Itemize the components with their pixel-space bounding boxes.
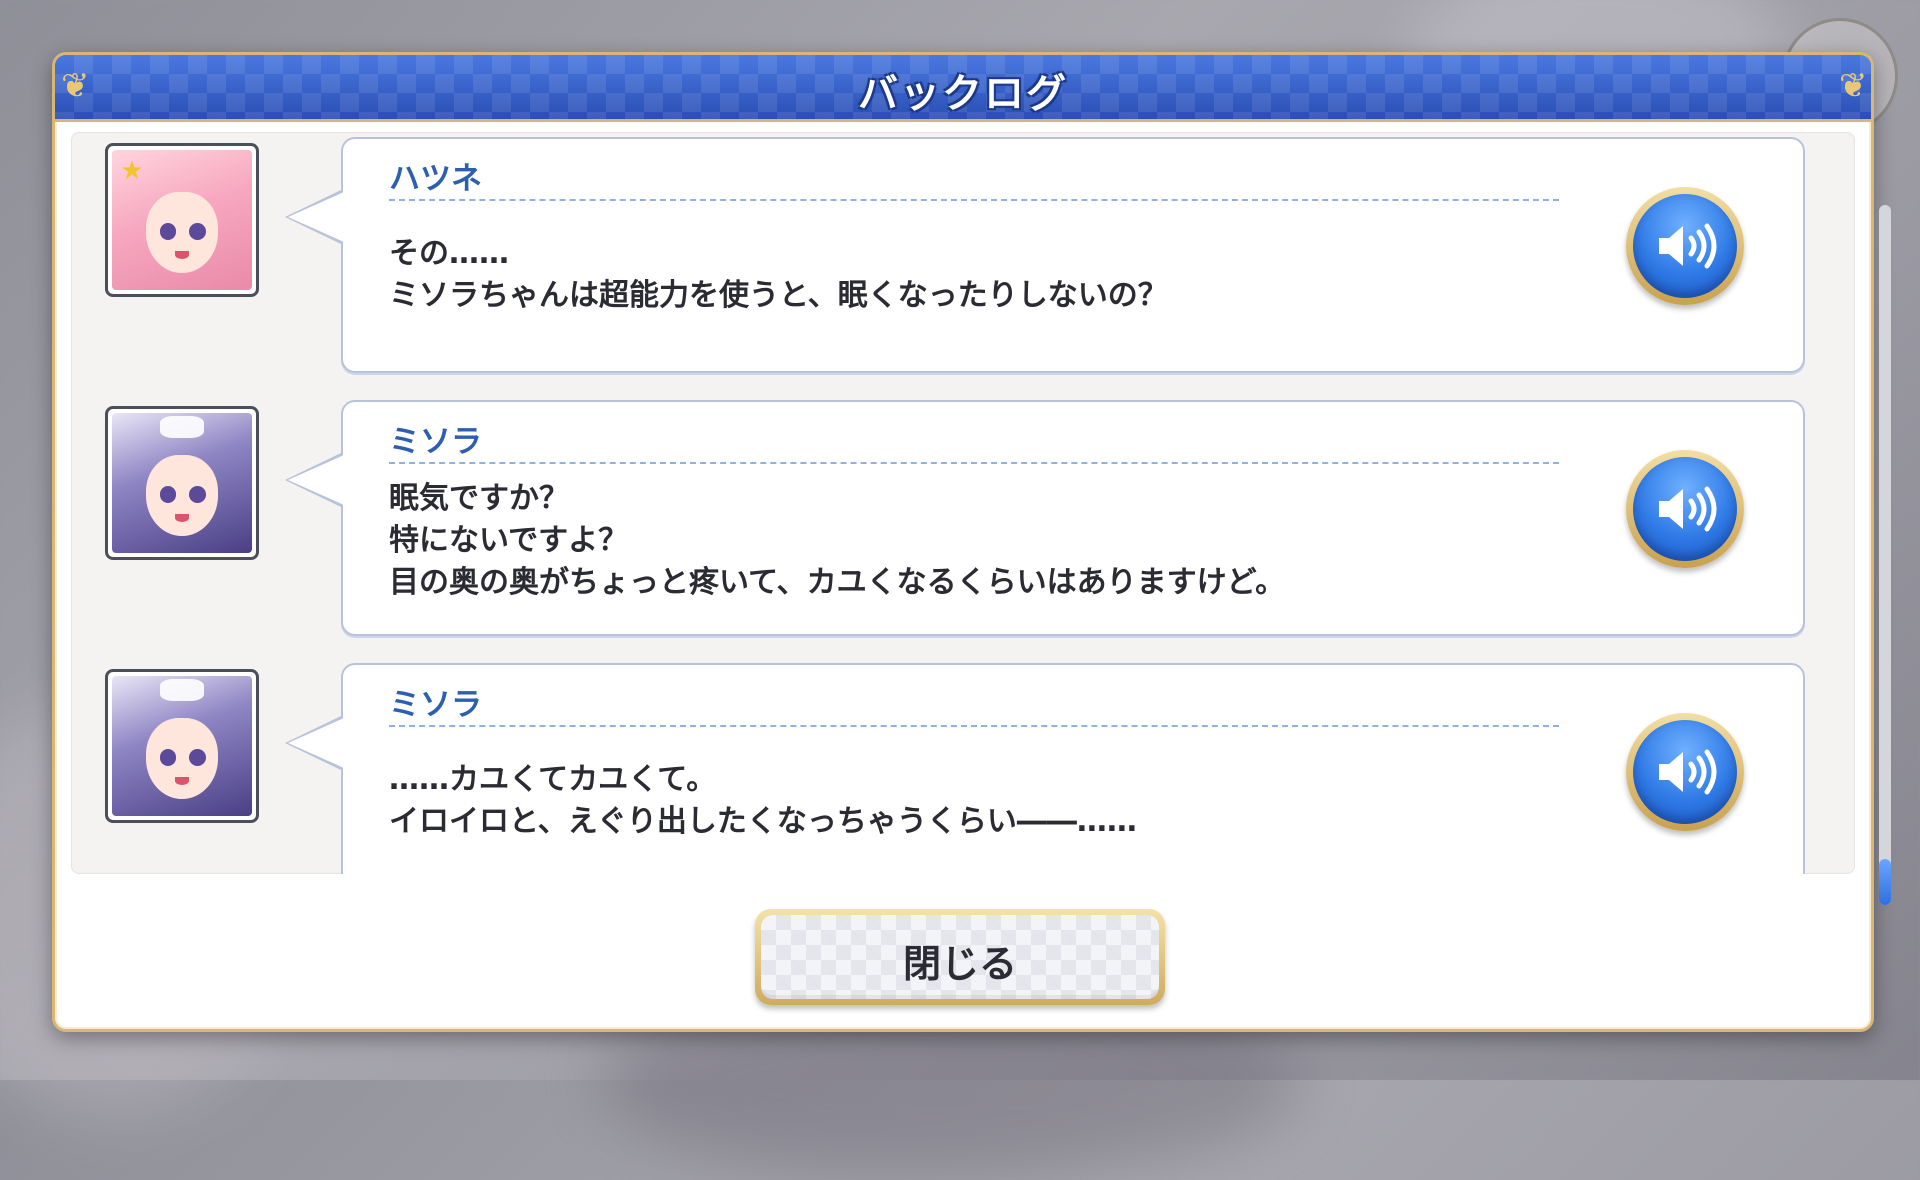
- dialogue-line: イロイロと、えぐり出したくなっちゃうくらい――……: [389, 804, 1137, 839]
- backlog-window: ❦ ❦ バックログ ★ ハツネ その…… ミソラちゃんは超能力を使うと、眠くなっ…: [52, 52, 1891, 1032]
- dashed-divider: [389, 199, 1559, 201]
- misora-portrait-icon: [105, 406, 259, 560]
- close-button-label: 閉じる: [902, 942, 1017, 986]
- log-entry: ミソラ ……カユくてカユくて。 イロイロと、えぐり出したくなっちゃうくらい――……: [71, 663, 1855, 874]
- voice-play-button[interactable]: [1626, 450, 1744, 568]
- speaker-icon: [1659, 223, 1717, 269]
- hatsune-portrait-icon: ★: [105, 143, 259, 297]
- speaker-icon: [1659, 749, 1717, 795]
- speaker-name: ミソラ: [389, 687, 482, 723]
- dashed-divider: [389, 725, 1559, 727]
- dialogue-line: ……カユくてカユくて。: [389, 762, 717, 797]
- misora-portrait-icon: [105, 669, 259, 823]
- speaker-icon: [1659, 486, 1717, 532]
- dialogue-line: 目の奥の奥がちょっと疼いて、カユくなるくらいはありますけど。: [389, 565, 1286, 600]
- dialogue-line: 眠気ですか？: [389, 481, 569, 516]
- backlog-header: ❦ ❦ バックログ: [55, 55, 1871, 122]
- dialogue-line: ミソラちゃんは超能力を使うと、眠くなったりしないの？: [389, 278, 1168, 313]
- backlog-title: バックログ: [858, 71, 1068, 117]
- speaker-name: ハツネ: [389, 161, 482, 197]
- speaker-name: ミソラ: [389, 424, 482, 460]
- close-button[interactable]: 閉じる: [755, 909, 1165, 1005]
- voice-play-button[interactable]: [1626, 187, 1744, 305]
- dialogue-bubble: ハツネ その…… ミソラちゃんは超能力を使うと、眠くなったりしないの？: [285, 137, 1805, 373]
- log-entry: ★ ハツネ その…… ミソラちゃんは超能力を使うと、眠くなったりしないの？: [71, 137, 1855, 377]
- dialogue-line: 特にないですよ？: [389, 523, 629, 558]
- log-list[interactable]: ★ ハツネ その…… ミソラちゃんは超能力を使うと、眠くなったりしないの？ ミソ…: [71, 132, 1855, 874]
- scroll-thumb[interactable]: [1879, 859, 1891, 905]
- voice-play-button[interactable]: [1626, 713, 1744, 831]
- dialogue-line: その……: [389, 236, 509, 271]
- log-entry: ミソラ 眠気ですか？ 特にないですよ？ 目の奥の奥がちょっと疼いて、カユくなるく…: [71, 400, 1855, 640]
- log-scrollbar[interactable]: [1879, 205, 1891, 905]
- dialogue-bubble: ミソラ 眠気ですか？ 特にないですよ？ 目の奥の奥がちょっと疼いて、カユくなるく…: [285, 400, 1805, 636]
- dialogue-bubble: ミソラ ……カユくてカユくて。 イロイロと、えぐり出したくなっちゃうくらい――……: [285, 663, 1805, 874]
- dashed-divider: [389, 462, 1559, 464]
